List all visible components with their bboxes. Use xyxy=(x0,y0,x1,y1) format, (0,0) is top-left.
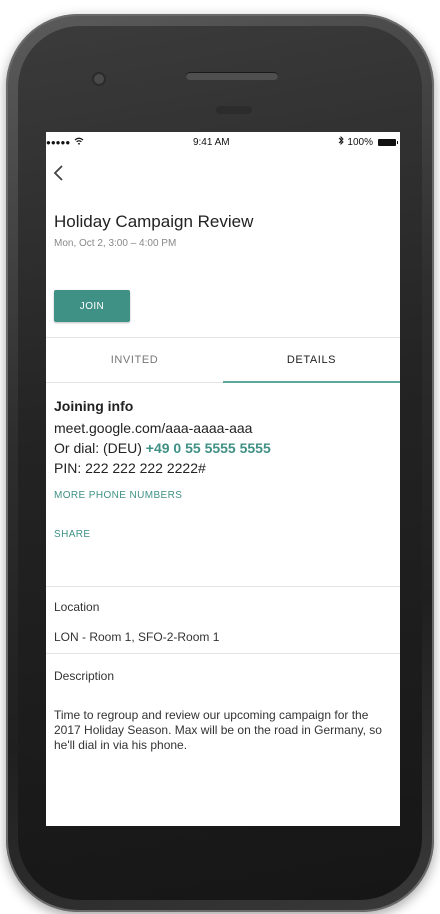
description-text: Time to regroup and review our upcoming … xyxy=(54,708,382,752)
location-value: LON - Room 1, SFO-2-Room 1 xyxy=(54,630,220,644)
event-datetime: Mon, Oct 2, 3:00 – 4:00 PM xyxy=(54,238,177,249)
front-camera xyxy=(94,74,104,84)
joining-info-heading: Joining info xyxy=(54,398,134,414)
wifi-icon xyxy=(74,137,84,148)
earpiece-speaker xyxy=(186,72,278,80)
more-phone-numbers-link[interactable]: MORE PHONE NUMBERS xyxy=(54,490,394,501)
tab-bar: INVITED DETAILS xyxy=(46,337,400,383)
dial-prefix: Or dial: (DEU) xyxy=(54,440,146,456)
signal-icon: ●●●●● xyxy=(46,137,71,147)
status-bar: ●●●●● 9:41 AM 100% xyxy=(46,132,400,152)
tab-details[interactable]: DETAILS xyxy=(223,338,400,383)
join-button[interactable]: JOIN xyxy=(54,290,130,322)
event-title: Holiday Campaign Review xyxy=(54,212,254,231)
battery-icon xyxy=(377,138,398,146)
divider-1 xyxy=(46,586,400,587)
dial-number-link[interactable]: +49 0 55 5555 5555 xyxy=(146,440,271,456)
bluetooth-icon xyxy=(338,135,345,148)
chevron-left-icon xyxy=(53,165,63,181)
tab-invited[interactable]: INVITED xyxy=(46,338,223,382)
status-time: 9:41 AM xyxy=(192,136,230,148)
divider-2 xyxy=(46,653,400,654)
proximity-sensor xyxy=(216,106,252,114)
back-button[interactable] xyxy=(52,162,64,188)
meet-link[interactable]: meet.google.com/aaa-aaaa-aaa xyxy=(54,420,394,436)
status-right: 100% xyxy=(338,135,398,148)
phone-frame: ●●●●● 9:41 AM 100% Holiday Campaign Revi… xyxy=(6,14,434,912)
app-screen: ●●●●● 9:41 AM 100% Holiday Campaign Revi… xyxy=(46,132,400,826)
share-link[interactable]: SHARE xyxy=(54,529,394,540)
description-label: Description xyxy=(54,669,115,683)
pin-text: PIN: 222 222 222 2222# xyxy=(54,460,206,476)
location-label: Location xyxy=(54,600,100,614)
battery-percent: 100% xyxy=(347,136,373,148)
joining-info-section: Joining info meet.google.com/aaa-aaaa-aa… xyxy=(54,398,394,540)
dial-line: Or dial: (DEU) +49 0 55 5555 5555 xyxy=(54,440,394,456)
status-left: ●●●●● xyxy=(46,137,84,148)
